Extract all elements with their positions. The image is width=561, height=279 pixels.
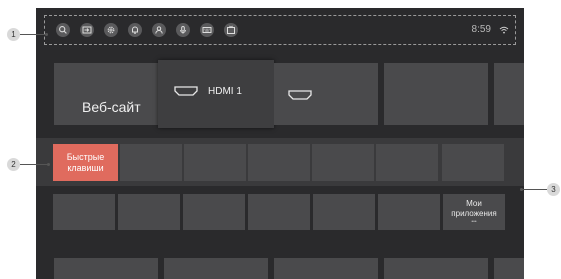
callout-marker-2: 2 xyxy=(7,158,20,171)
keyboard-icon[interactable] xyxy=(200,23,214,37)
profile-icon[interactable] xyxy=(152,23,166,37)
hdmi-port-icon xyxy=(288,90,312,100)
source-tile[interactable] xyxy=(384,63,488,125)
callout-leader-2 xyxy=(20,164,48,165)
shortcuts-button[interactable]: Быстрые клавиши xyxy=(53,144,118,181)
callout-dot-3 xyxy=(520,188,523,191)
my-apps-dots: ••• xyxy=(471,219,477,225)
content-tile[interactable] xyxy=(54,258,158,279)
website-label: Веб-сайт xyxy=(82,99,141,115)
shortcuts-label-line1: Быстрые xyxy=(66,151,105,162)
settings-icon[interactable] xyxy=(104,23,118,37)
tv-home-screen: 8:59 Веб-сайт HDMI 1 Быстрые клавиши Мои… xyxy=(36,8,524,279)
content-tile[interactable] xyxy=(164,258,268,279)
my-apps-label: Мои приложения ••• xyxy=(443,199,505,225)
callout-marker-3: 3 xyxy=(547,183,560,196)
content-tile[interactable] xyxy=(274,258,378,279)
wifi-icon xyxy=(499,26,509,34)
shortcut-tile[interactable] xyxy=(442,144,504,181)
shortcut-tile[interactable] xyxy=(120,144,182,181)
source-tile[interactable] xyxy=(494,63,524,125)
shortcuts-label-line2: клавиши xyxy=(67,162,104,173)
callout-dot-1 xyxy=(45,33,48,36)
notification-icon[interactable] xyxy=(128,23,142,37)
status-bar: 8:59 xyxy=(44,15,516,45)
app-tile[interactable] xyxy=(313,194,375,230)
content-tile[interactable] xyxy=(494,258,524,279)
input-source-icon[interactable] xyxy=(80,23,94,37)
callout-dot-2 xyxy=(47,163,50,166)
hdmi1-tile[interactable]: HDMI 1 xyxy=(158,60,274,128)
callout-marker-1: 1 xyxy=(7,28,20,41)
hdmi-port-icon xyxy=(174,86,198,96)
callout-leader-3 xyxy=(522,189,547,190)
search-icon[interactable] xyxy=(56,23,70,37)
my-apps-label-line2: приложения xyxy=(451,209,497,218)
website-tile[interactable]: Веб-сайт xyxy=(54,63,158,125)
content-tile[interactable] xyxy=(384,258,488,279)
media-icon[interactable] xyxy=(224,23,238,37)
my-apps-tile[interactable]: Мои приложения ••• xyxy=(443,194,505,230)
shortcut-tile[interactable] xyxy=(184,144,246,181)
hdmi2-tile[interactable] xyxy=(274,63,378,125)
app-tile[interactable] xyxy=(118,194,180,230)
voice-assistant-icon[interactable] xyxy=(176,23,190,37)
app-tile[interactable] xyxy=(248,194,310,230)
app-tile[interactable] xyxy=(378,194,440,230)
app-tile[interactable] xyxy=(53,194,115,230)
app-tile[interactable] xyxy=(183,194,245,230)
my-apps-label-line1: Мои xyxy=(466,199,482,208)
hdmi1-label: HDMI 1 xyxy=(208,86,242,97)
shortcut-tile[interactable] xyxy=(376,144,438,181)
clock: 8:59 xyxy=(471,24,491,35)
shortcut-tile[interactable] xyxy=(312,144,374,181)
shortcut-tile[interactable] xyxy=(248,144,310,181)
callout-leader-1 xyxy=(20,34,46,35)
